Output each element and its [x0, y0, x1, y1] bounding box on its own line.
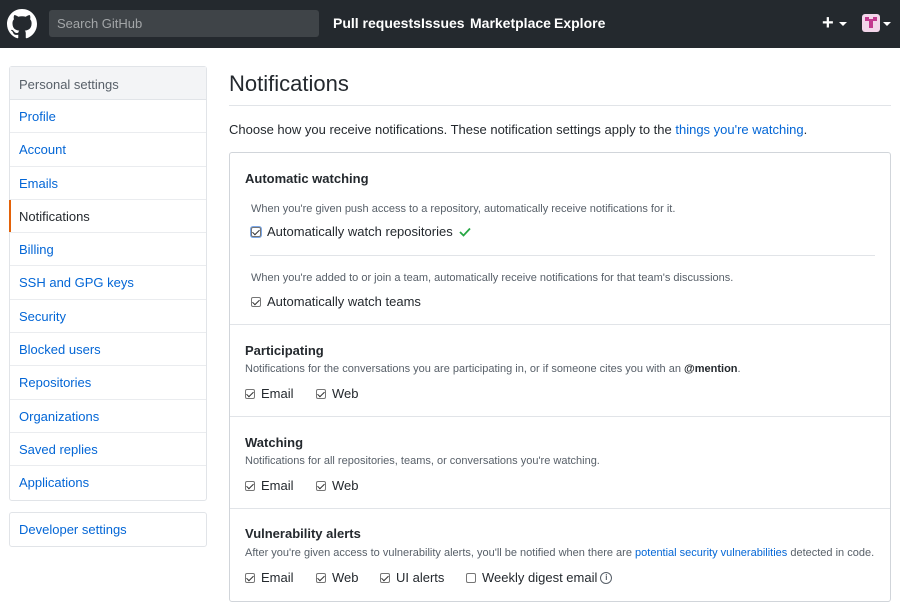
vulnerability-email-label: Email: [261, 570, 294, 585]
divider: [250, 255, 875, 256]
nav-explore[interactable]: Explore: [554, 15, 605, 31]
vulnerability-ui-alerts-checkbox[interactable]: [380, 572, 390, 583]
auto-watch-teams-note: When you're added to or join a team, aut…: [251, 272, 734, 284]
participating-web-row[interactable]: Web: [316, 386, 359, 401]
sidebar-item-saved-replies[interactable]: Saved replies: [10, 433, 206, 467]
divider: [230, 324, 890, 325]
github-mark-icon[interactable]: [7, 9, 37, 39]
vulnerability-ui-alerts-row[interactable]: UI alerts: [380, 570, 444, 585]
sidebar-item-blocked-users[interactable]: Blocked users: [10, 333, 206, 367]
watching-web-label: Web: [332, 478, 359, 493]
automatic-watching-title: Automatic watching: [245, 171, 369, 186]
watching-email-label: Email: [261, 478, 294, 493]
vulnerability-weekly-digest-label: Weekly digest email: [482, 570, 598, 585]
participating-web-checkbox[interactable]: [316, 388, 326, 399]
create-new-button[interactable]: +: [822, 13, 834, 33]
nav-marketplace[interactable]: Marketplace: [470, 15, 551, 31]
sidebar-item-ssh-gpg-keys[interactable]: SSH and GPG keys: [10, 266, 206, 300]
user-avatar-icon[interactable]: [862, 14, 880, 32]
vulnerability-note: After you're given access to vulnerabili…: [245, 547, 874, 559]
sidebar-item-developer-settings[interactable]: Developer settings: [10, 513, 206, 546]
sidebar-item-notifications[interactable]: Notifications: [9, 199, 206, 234]
top-navigation-bar: Pull requests Issues Marketplace Explore…: [0, 0, 900, 48]
participating-email-checkbox[interactable]: [245, 388, 255, 399]
watching-web-row[interactable]: Web: [316, 478, 359, 493]
page-title: Notifications: [229, 71, 349, 96]
sidebar-heading: Personal settings: [10, 67, 206, 100]
sidebar-item-emails[interactable]: Emails: [10, 167, 206, 200]
vulnerability-weekly-digest-row[interactable]: Weekly digest email i: [466, 570, 613, 585]
chevron-down-icon[interactable]: [839, 22, 847, 26]
divider: [230, 508, 890, 509]
success-check-icon: [459, 227, 471, 237]
sidebar-item-repositories[interactable]: Repositories: [10, 366, 206, 400]
sidebar-item-security[interactable]: Security: [10, 300, 206, 334]
participating-note-text: Notifications for the conversations you …: [245, 363, 685, 375]
vulnerability-web-label: Web: [332, 570, 359, 585]
watching-note: Notifications for all repositories, team…: [245, 455, 600, 467]
vulnerability-web-row[interactable]: Web: [316, 570, 359, 585]
search-input[interactable]: [49, 10, 319, 37]
auto-watch-repos-checkbox-row[interactable]: Automatically watch repositories: [251, 224, 471, 239]
participating-note-end: .: [737, 363, 741, 375]
auto-watch-teams-checkbox[interactable]: [251, 296, 261, 307]
auto-watch-repos-label: Automatically watch repositories: [267, 224, 453, 239]
chevron-down-icon[interactable]: [883, 22, 891, 26]
watching-title: Watching: [245, 435, 304, 450]
vulnerability-weekly-digest-checkbox[interactable]: [466, 572, 476, 583]
watching-email-row[interactable]: Email: [245, 478, 294, 493]
participating-title: Participating: [245, 343, 324, 358]
sidebar-item-applications[interactable]: Applications: [10, 466, 206, 499]
mention-text: @mention: [684, 363, 738, 375]
developer-settings-menu: Developer settings: [9, 512, 207, 547]
participating-email-label: Email: [261, 386, 294, 401]
participating-note: Notifications for the conversations you …: [245, 363, 741, 375]
sidebar-item-profile[interactable]: Profile: [10, 100, 206, 134]
auto-watch-repos-note: When you're given push access to a repos…: [251, 203, 676, 215]
nav-pull-requests[interactable]: Pull requests: [333, 15, 421, 31]
vulnerability-ui-alerts-label: UI alerts: [396, 570, 445, 585]
watching-link[interactable]: things you're watching: [675, 122, 803, 137]
sidebar-item-billing[interactable]: Billing: [10, 233, 206, 267]
avatar-pattern-icon: [865, 17, 877, 28]
auto-watch-teams-label: Automatically watch teams: [267, 294, 421, 309]
vulnerability-email-row[interactable]: Email: [245, 570, 294, 585]
divider: [229, 105, 891, 106]
intro-text: Choose how you receive notifications. Th…: [229, 122, 807, 137]
settings-sidebar: Personal settings Profile Account Emails…: [9, 66, 207, 501]
intro-text-body: Choose how you receive notifications. Th…: [229, 122, 676, 137]
vulnerability-note-end: detected in code.: [787, 547, 875, 559]
notification-settings-box: Automatic watching When you're given pus…: [229, 152, 891, 602]
sidebar-item-organizations[interactable]: Organizations: [10, 400, 206, 433]
auto-watch-repos-checkbox[interactable]: [251, 226, 261, 237]
info-icon[interactable]: i: [600, 571, 613, 584]
nav-issues[interactable]: Issues: [421, 15, 465, 31]
search-box: [49, 10, 319, 37]
vulnerability-alerts-title: Vulnerability alerts: [245, 526, 361, 541]
watching-email-checkbox[interactable]: [245, 480, 255, 491]
security-vulnerabilities-link[interactable]: potential security vulnerabilities: [635, 547, 787, 559]
divider: [230, 416, 890, 417]
participating-web-label: Web: [332, 386, 359, 401]
auto-watch-teams-checkbox-row[interactable]: Automatically watch teams: [251, 294, 421, 309]
vulnerability-web-checkbox[interactable]: [316, 572, 326, 583]
vulnerability-email-checkbox[interactable]: [245, 572, 255, 583]
vulnerability-note-text: After you're given access to vulnerabili…: [245, 547, 636, 559]
participating-email-row[interactable]: Email: [245, 386, 294, 401]
watching-web-checkbox[interactable]: [316, 480, 326, 491]
intro-text-end: .: [803, 122, 808, 137]
sidebar-item-account[interactable]: Account: [10, 133, 206, 167]
